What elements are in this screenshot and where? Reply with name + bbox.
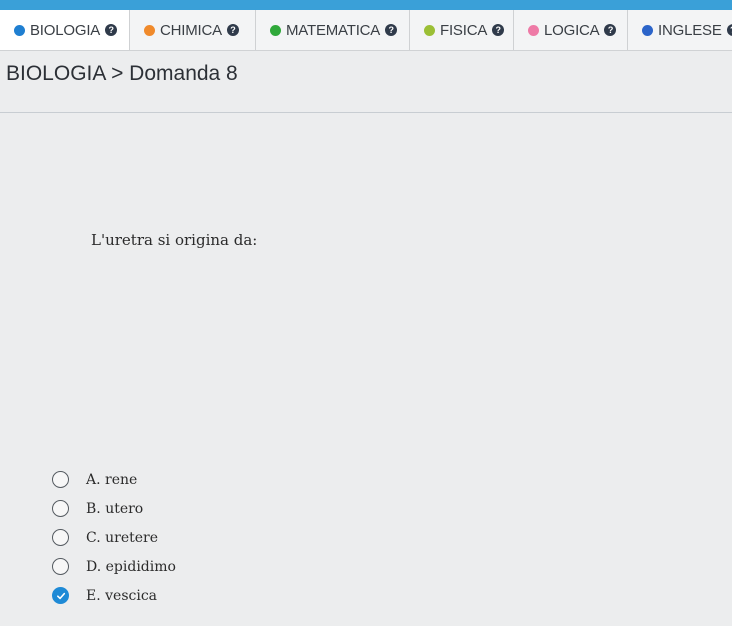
option-c[interactable]: C. uretere (52, 523, 176, 552)
info-icon[interactable]: ? (105, 24, 118, 36)
tab-label: INGLESE (658, 21, 722, 39)
option-a[interactable]: A. rene (52, 465, 176, 494)
radio-button[interactable] (52, 529, 69, 546)
check-icon (56, 592, 65, 599)
tab-label: BIOLOGIA (30, 21, 101, 39)
option-label: D. epididimo (86, 558, 176, 575)
question-text: L'uretra si origina da: (91, 231, 258, 249)
biologia-color-dot (14, 24, 25, 36)
info-icon[interactable]: ? (492, 24, 505, 36)
radio-button[interactable] (52, 558, 69, 575)
tab-chimica[interactable]: CHIMICA ? (130, 10, 256, 50)
subject-tabs: BIOLOGIA ? CHIMICA ? MATEMATICA ? FISICA… (0, 10, 732, 51)
answer-options: A. rene B. utero C. uretere D. epididimo… (52, 465, 176, 610)
tab-fisica[interactable]: FISICA ? (410, 10, 514, 50)
top-accent-bar (0, 0, 732, 10)
info-icon[interactable]: ? (726, 24, 732, 36)
inglese-color-dot (642, 24, 653, 36)
matematica-color-dot (270, 24, 281, 36)
breadcrumb-separator: > (111, 62, 124, 85)
tab-logica[interactable]: LOGICA ? (514, 10, 628, 50)
tab-inglese[interactable]: INGLESE ? (628, 10, 732, 50)
option-b[interactable]: B. utero (52, 494, 176, 523)
tab-matematica[interactable]: MATEMATICA ? (256, 10, 410, 50)
header-divider (0, 112, 732, 113)
option-label: C. uretere (86, 529, 158, 546)
tab-label: CHIMICA (160, 21, 222, 39)
breadcrumb: BIOLOGIA > Domanda 8 (6, 62, 238, 86)
breadcrumb-subject[interactable]: BIOLOGIA (6, 62, 105, 85)
fisica-color-dot (424, 24, 435, 36)
option-label: E. vescica (86, 587, 158, 604)
radio-button[interactable] (52, 587, 69, 604)
info-icon[interactable]: ? (604, 24, 617, 36)
option-label: B. utero (86, 500, 144, 517)
tab-label: FISICA (440, 21, 488, 39)
radio-button[interactable] (52, 500, 69, 517)
tab-label: LOGICA (544, 21, 600, 39)
chimica-color-dot (144, 24, 155, 36)
option-e[interactable]: E. vescica (52, 581, 176, 610)
logica-color-dot (528, 24, 539, 36)
info-icon[interactable]: ? (385, 24, 398, 36)
info-icon[interactable]: ? (226, 24, 239, 36)
breadcrumb-item: Domanda 8 (129, 62, 238, 85)
option-d[interactable]: D. epididimo (52, 552, 176, 581)
tab-label: MATEMATICA (286, 21, 381, 39)
radio-button[interactable] (52, 471, 69, 488)
tab-biologia[interactable]: BIOLOGIA ? (0, 10, 130, 50)
option-label: A. rene (86, 471, 138, 488)
